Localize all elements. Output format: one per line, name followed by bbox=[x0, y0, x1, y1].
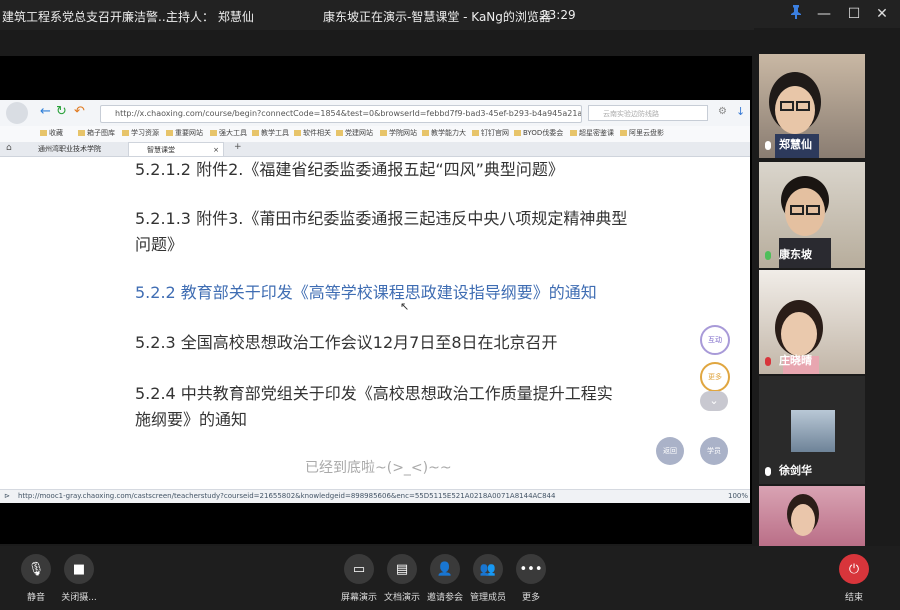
bookmark-item[interactable]: 箱子图库 bbox=[78, 128, 115, 138]
camera-icon: ■ bbox=[64, 554, 94, 584]
bookmark-item[interactable]: 教学工具 bbox=[252, 128, 289, 138]
mic-icon bbox=[765, 467, 771, 476]
presenting-label: 康东坡正在演示-智慧课堂 - KaNg的浏览器 bbox=[323, 10, 551, 24]
ellipsis-icon: ••• bbox=[516, 554, 546, 584]
bookmark-item[interactable]: 钉钉官网 bbox=[472, 128, 509, 138]
home-icon[interactable]: ⌂ bbox=[6, 143, 12, 153]
shared-browser-window: ← ↻ ↶ http://x.chaoxing.com/course/begin… bbox=[0, 100, 750, 503]
browser-avatar bbox=[6, 102, 28, 124]
mic-muted-icon bbox=[765, 357, 771, 366]
clock: 23:29 bbox=[541, 8, 576, 22]
students-button[interactable]: 学员 bbox=[700, 437, 728, 465]
bookmark-item[interactable]: 党建网站 bbox=[336, 128, 373, 138]
mute-button[interactable]: 🎙 静音 bbox=[12, 554, 60, 603]
screen-share-icon: ▭ bbox=[344, 554, 374, 584]
participant-name: 康东坡 bbox=[779, 248, 812, 261]
settings-icon[interactable]: ⚙ bbox=[718, 106, 727, 117]
back-icon[interactable]: ← bbox=[40, 104, 51, 119]
participant-video[interactable] bbox=[759, 486, 865, 548]
list-item[interactable]: 5.2.3 全国高校思想政治工作会议12月7日至8日在北京召开 bbox=[135, 329, 558, 356]
list-item[interactable]: 施纲要》的通知 bbox=[135, 406, 247, 433]
tab-close-icon[interactable]: × bbox=[213, 143, 219, 157]
mic-icon bbox=[765, 251, 771, 260]
shared-screen: ← ↻ ↶ http://x.chaoxing.com/course/begin… bbox=[0, 56, 752, 544]
pin-icon[interactable] bbox=[786, 5, 806, 23]
host-label: 主持人： 郑慧仙 bbox=[166, 10, 254, 24]
more-button[interactable]: ••• 更多 bbox=[507, 554, 555, 603]
refresh-icon[interactable]: ↻ bbox=[56, 104, 67, 119]
participant-avatar bbox=[787, 494, 819, 536]
bookmark-item[interactable]: 学习资源 bbox=[122, 128, 159, 138]
bookmark-item[interactable]: 强大工具 bbox=[210, 128, 247, 138]
course-content: 5.2.1.2 附件2.《福建省纪委监委通报五起“四风”典型问题》 5.2.1.… bbox=[0, 157, 750, 489]
download-icon[interactable]: ↓ bbox=[736, 105, 745, 118]
return-button[interactable]: 返回 bbox=[656, 437, 684, 465]
participant-avatar bbox=[775, 300, 823, 374]
new-tab-icon[interactable]: + bbox=[234, 142, 242, 152]
bookmarks-bar: 收藏 箱子图库 学习资源 重要网站 强大工具 教学工具 软件相关 党建网站 学院… bbox=[0, 126, 750, 142]
bookmark-item[interactable]: 重要网站 bbox=[166, 128, 203, 138]
microphone-icon: 🎙 bbox=[21, 554, 51, 584]
status-play-icon: ⊳ bbox=[4, 492, 10, 500]
minimize-icon[interactable]: — bbox=[814, 5, 834, 23]
participant-video[interactable]: 徐剑华 bbox=[759, 376, 865, 484]
members-icon: 👥 bbox=[473, 554, 503, 584]
doc-share-button[interactable]: ▤ 文档演示 bbox=[378, 554, 426, 603]
meeting-toolbar: 🎙 静音 ■ 关闭摄... ▭ 屏幕演示 ▤ 文档演示 👤 邀请参会 👥 管理成… bbox=[0, 546, 900, 610]
end-meeting-button[interactable]: ⏻ 结束 bbox=[830, 554, 878, 603]
end-of-list-note: 已经到底啦~(>_<)~~ bbox=[305, 460, 452, 476]
list-item-link[interactable]: 5.2.2 教育部关于印发《高等学校课程思政建设指导纲要》的通知 bbox=[135, 279, 597, 306]
interact-button[interactable]: 互动 bbox=[700, 325, 730, 355]
camera-off-button[interactable]: ■ 关闭摄... bbox=[55, 554, 103, 603]
status-url: http://mooc1-gray.chaoxing.com/castscree… bbox=[18, 492, 556, 500]
invite-button[interactable]: 👤 邀请参会 bbox=[421, 554, 469, 603]
list-item[interactable]: 5.2.1.2 附件2.《福建省纪委监委通报五起“四风”典型问题》 bbox=[135, 157, 564, 183]
folder-icon: ▤ bbox=[387, 554, 417, 584]
participant-video[interactable]: 郑慧仙 bbox=[759, 54, 865, 158]
undo-icon[interactable]: ↶ bbox=[74, 104, 85, 119]
more-fab-button[interactable]: 更多 bbox=[700, 362, 730, 392]
bookmark-item[interactable]: BYOD伐委会 bbox=[514, 128, 563, 138]
browser-tab-strip: ⌂ 通州湾职业技术学院 智慧课堂 × + bbox=[0, 142, 750, 157]
participant-panel: 郑慧仙 康东坡 庄晓晴 徐剑华 bbox=[754, 28, 900, 548]
collapse-chevron-icon[interactable]: ⌄ bbox=[700, 391, 728, 411]
list-item[interactable]: 5.2.1.3 附件3.《莆田市纪委监委通报三起违反中央八项规定精神典型 bbox=[135, 205, 627, 232]
meeting-title: 建筑工程系党总支召开廉洁警... bbox=[2, 10, 170, 24]
manage-members-button[interactable]: 👥 管理成员 bbox=[464, 554, 512, 603]
bookmark-item[interactable]: 阿里云盘影 bbox=[620, 128, 664, 138]
participant-name: 庄晓晴 bbox=[779, 354, 812, 367]
browser-search-input[interactable]: 云南实验边防线路 bbox=[588, 105, 708, 121]
participant-name: 郑慧仙 bbox=[779, 138, 812, 151]
close-icon[interactable]: ✕ bbox=[872, 5, 892, 23]
bookmark-item[interactable]: 教学能力大 bbox=[422, 128, 466, 138]
url-bar[interactable]: http://x.chaoxing.com/course/begin?conne… bbox=[100, 105, 582, 123]
participant-video[interactable]: 庄晓晴 bbox=[759, 270, 865, 374]
participant-avatar bbox=[779, 176, 831, 268]
participant-video[interactable]: 康东坡 bbox=[759, 162, 865, 268]
participant-avatar bbox=[769, 72, 821, 158]
list-item[interactable]: 5.2.4 中共教育部党组关于印发《高校思想政治工作质量提升工程实 bbox=[135, 380, 613, 407]
participant-name: 徐剑华 bbox=[779, 464, 812, 477]
title-bar: 建筑工程系党总支召开廉洁警... 主持人： 郑慧仙 康东坡正在演示-智慧课堂 -… bbox=[0, 0, 900, 45]
add-user-icon: 👤 bbox=[430, 554, 460, 584]
participant-avatar bbox=[791, 410, 835, 452]
screen-share-button[interactable]: ▭ 屏幕演示 bbox=[335, 554, 383, 603]
tab-smart-classroom[interactable]: 智慧课堂 × bbox=[128, 142, 224, 156]
bookmark-item[interactable]: 学院网站 bbox=[380, 128, 417, 138]
list-item[interactable]: 问题》 bbox=[135, 231, 183, 258]
maximize-icon[interactable]: ☐ bbox=[844, 5, 864, 23]
bookmark-item[interactable]: 超星密鉴课 bbox=[570, 128, 614, 138]
mouse-cursor-icon: ↖ bbox=[400, 300, 410, 313]
zoom-level[interactable]: 100% bbox=[728, 490, 748, 503]
tab-school[interactable]: 通州湾职业技术学院 bbox=[20, 142, 126, 156]
bookmark-item[interactable]: 软件相关 bbox=[294, 128, 331, 138]
mic-icon bbox=[765, 141, 771, 150]
browser-status-bar: ⊳ http://mooc1-gray.chaoxing.com/castscr… bbox=[0, 489, 750, 503]
bookmark-item[interactable]: 收藏 bbox=[40, 128, 63, 138]
browser-nav-bar: ← ↻ ↶ http://x.chaoxing.com/course/begin… bbox=[0, 100, 750, 127]
power-icon: ⏻ bbox=[839, 554, 869, 584]
